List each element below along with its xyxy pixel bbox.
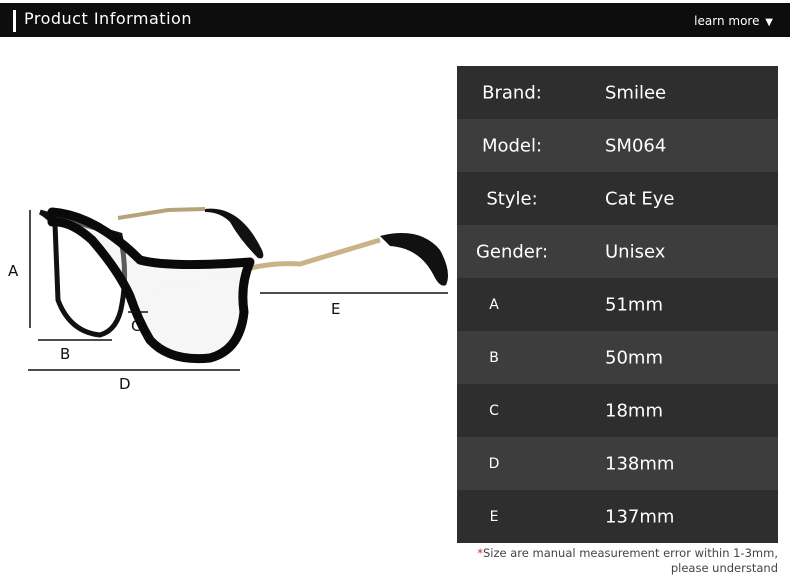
- spec-row: Brand: Smilee: [457, 66, 778, 119]
- front-lens-rim: [47, 207, 255, 364]
- spec-key: B: [489, 349, 499, 366]
- measurement-note: *Size are manual measurement error withi…: [477, 546, 778, 576]
- spec-value: Cat Eye: [605, 188, 675, 209]
- rear-temple-arm: [117, 207, 206, 220]
- spec-key: Brand:: [482, 82, 542, 103]
- page-title: Product Information: [24, 9, 192, 28]
- header-bar: Product Information learn more ▼: [0, 3, 790, 37]
- spec-key: E: [489, 508, 499, 525]
- spec-key: C: [489, 402, 499, 419]
- spec-row: Gender: Unisex: [457, 225, 778, 278]
- spec-key: Gender:: [475, 241, 549, 262]
- note-line-2: please understand: [670, 561, 778, 575]
- note-line-1: Size are manual measurement error within…: [482, 546, 778, 560]
- spec-table: Brand: Smilee Model: SM064 Style: Cat Ey…: [457, 66, 778, 543]
- spec-key: Style:: [486, 188, 538, 209]
- spec-value: 18mm: [605, 400, 663, 421]
- spec-value: SM064: [605, 135, 667, 156]
- learn-more-link[interactable]: learn more ▼: [694, 14, 773, 28]
- spec-row: Style: Cat Eye: [457, 172, 778, 225]
- spec-row: A 51mm: [457, 278, 778, 331]
- glasses-dimension-illustration: A B C D E: [8, 207, 448, 393]
- spec-key: A: [489, 296, 499, 313]
- spec-value: 137mm: [605, 506, 675, 527]
- dimension-label-b: B: [60, 345, 70, 363]
- spec-row: D 138mm: [457, 437, 778, 490]
- spec-value: Smilee: [605, 82, 667, 103]
- spec-row: B 50mm: [457, 331, 778, 384]
- dimension-label-c: C: [131, 317, 141, 335]
- spec-row: E 137mm: [457, 490, 778, 543]
- rear-temple-tip: [205, 208, 264, 259]
- spec-key: Model:: [481, 135, 543, 156]
- dimension-label-e: E: [331, 300, 340, 318]
- front-temple-tip: [380, 233, 448, 286]
- spec-value: 50mm: [605, 347, 663, 368]
- front-temple-arm: [243, 237, 381, 273]
- spec-row: Model: SM064: [457, 119, 778, 172]
- dimension-label-d: D: [119, 375, 131, 393]
- learn-more-label: learn more: [694, 14, 760, 28]
- spec-value: 138mm: [605, 453, 675, 474]
- header-accent-bar: [13, 10, 16, 32]
- spec-value: 51mm: [605, 294, 663, 315]
- chevron-down-icon: ▼: [765, 17, 773, 28]
- spec-key: D: [488, 455, 500, 472]
- spec-row: C 18mm: [457, 384, 778, 437]
- dimension-label-a: A: [8, 262, 19, 280]
- spec-value: Unisex: [605, 241, 666, 262]
